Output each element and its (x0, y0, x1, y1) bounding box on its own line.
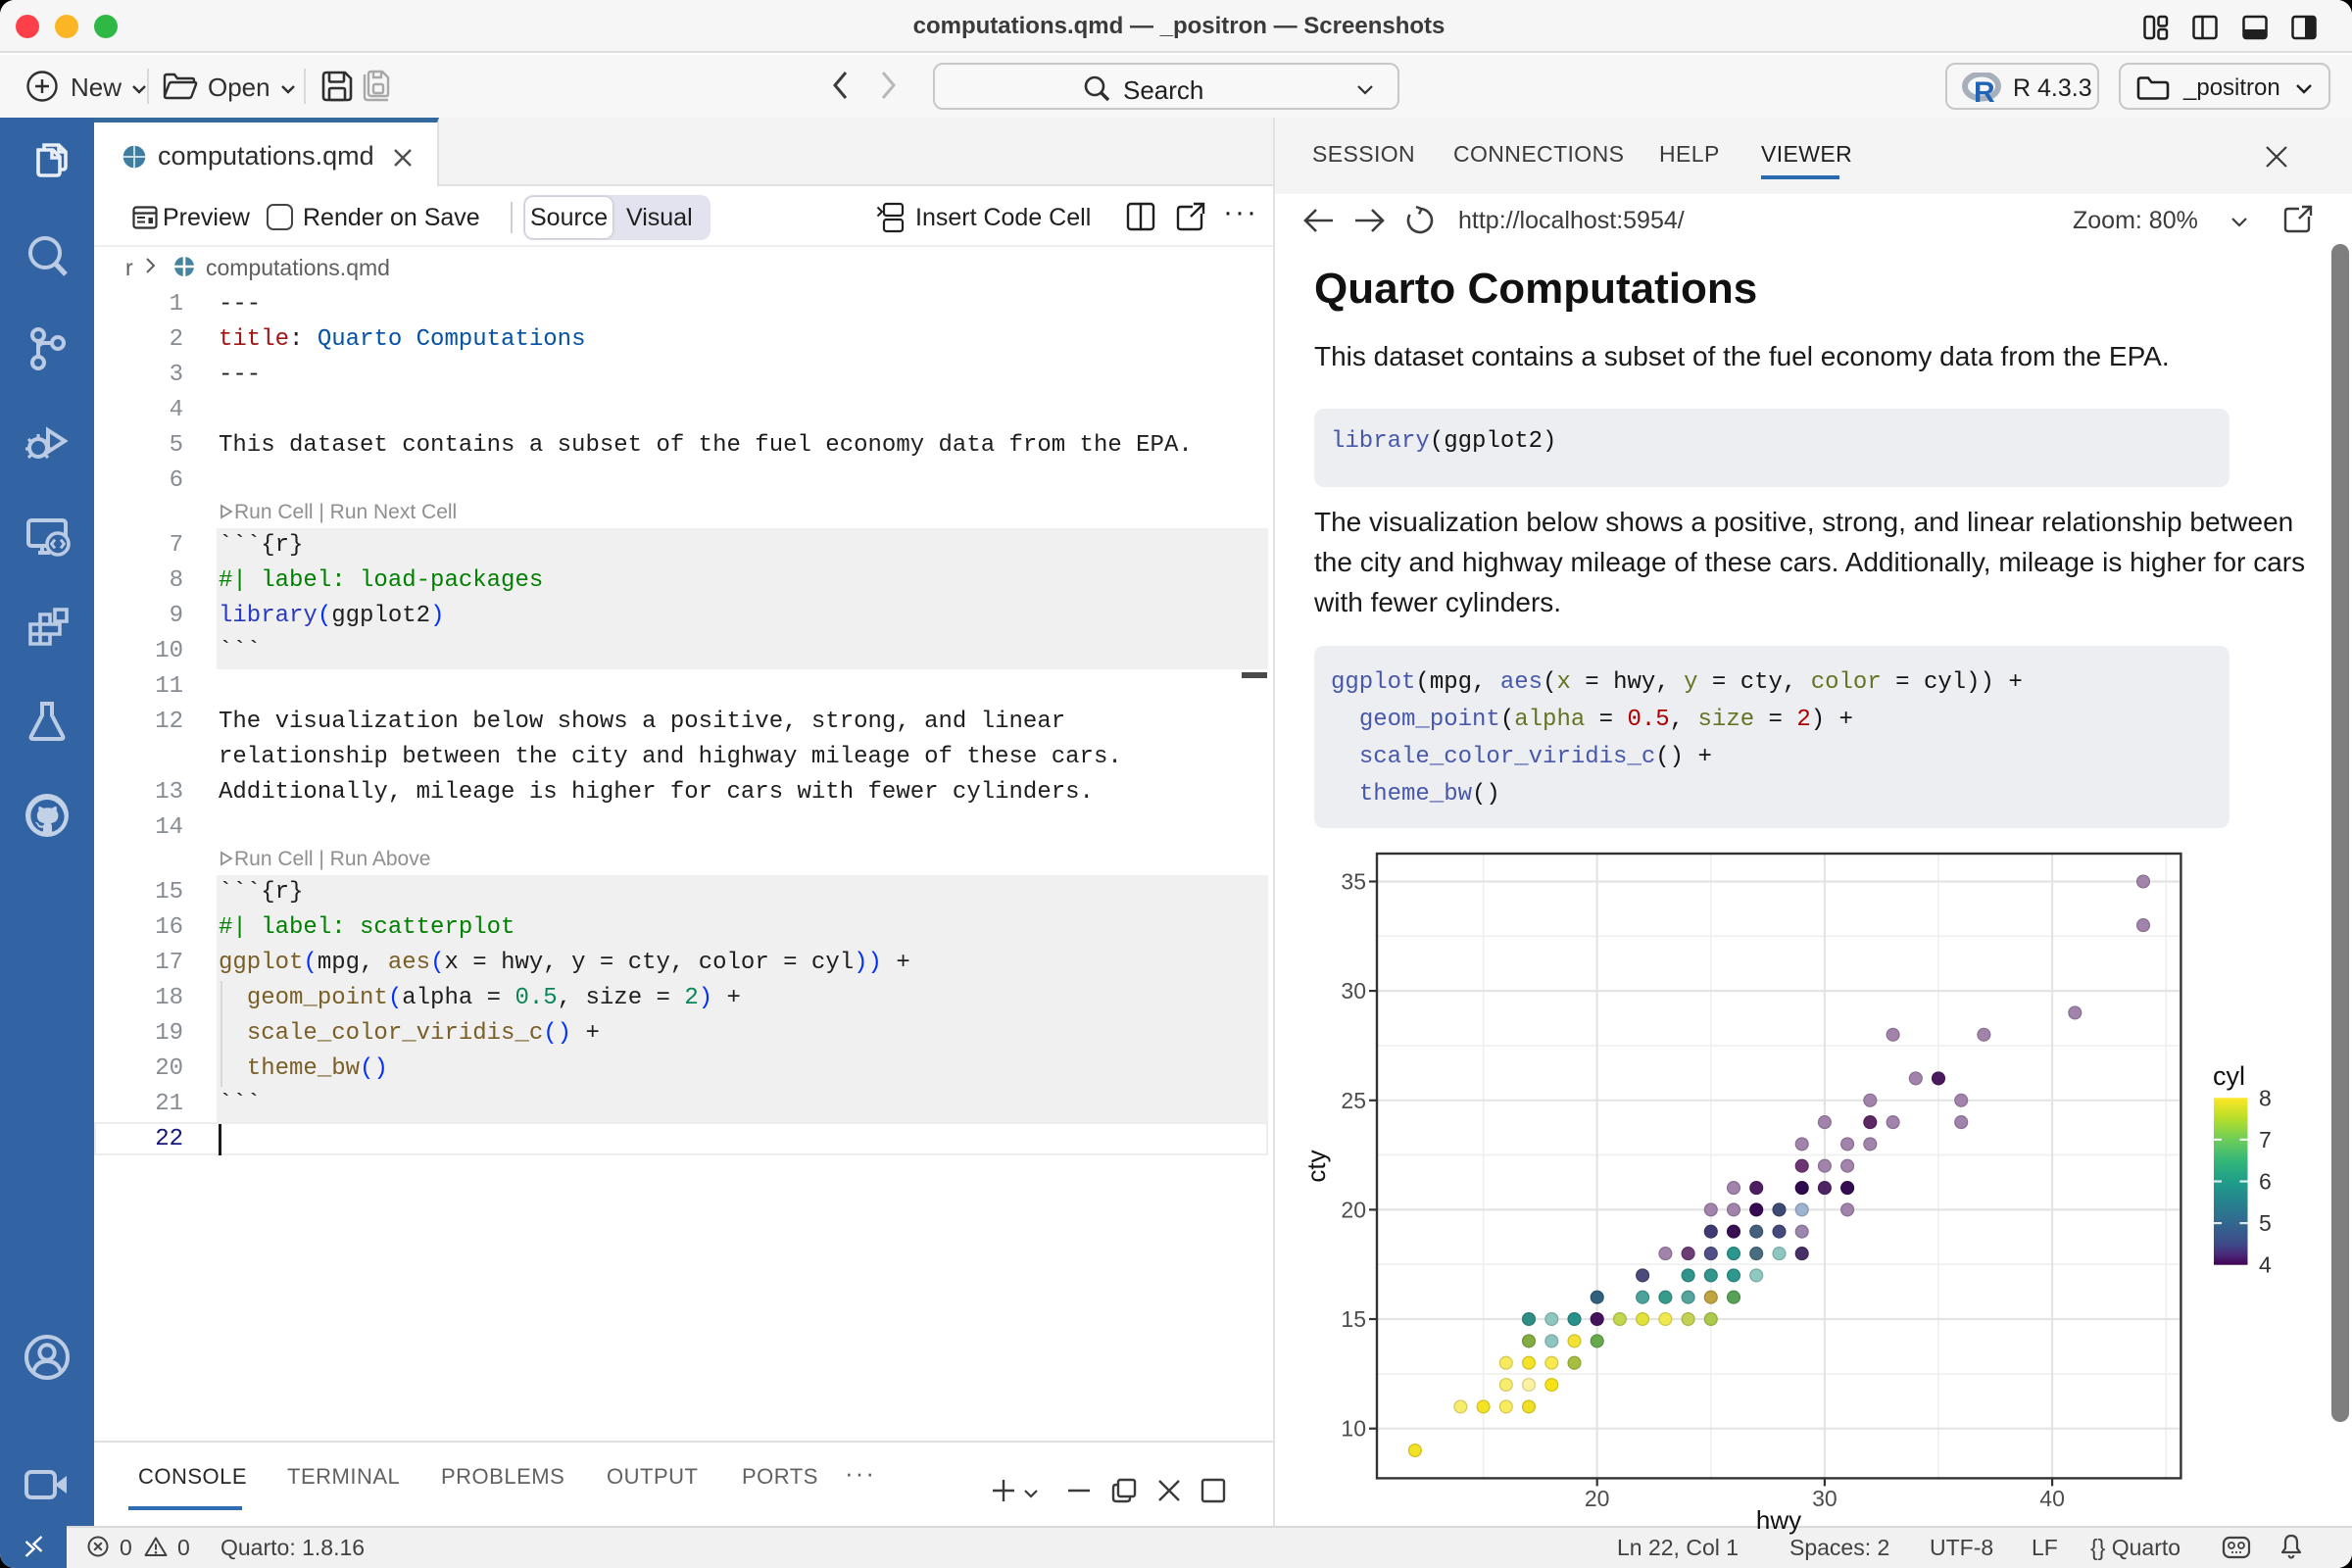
svg-text:20: 20 (1585, 1486, 1610, 1511)
svg-text:8: 8 (2259, 1085, 2272, 1110)
svg-text:cty: cty (1301, 1150, 1331, 1182)
svg-text:hwy: hwy (1756, 1505, 1801, 1535)
svg-text:R: R (1974, 76, 1995, 104)
svg-text:7: 7 (2259, 1127, 2272, 1152)
svg-text:35: 35 (1341, 869, 1366, 895)
svg-text:30: 30 (1341, 978, 1366, 1004)
svg-text:20: 20 (1341, 1197, 1366, 1222)
svg-text:6: 6 (2259, 1169, 2272, 1195)
svg-text:30: 30 (1812, 1486, 1838, 1511)
svg-text:10: 10 (1341, 1416, 1366, 1442)
svg-text:4: 4 (2259, 1252, 2272, 1278)
svg-text:cyl: cyl (2213, 1061, 2245, 1091)
svg-text:5: 5 (2259, 1210, 2272, 1236)
svg-text:25: 25 (1341, 1088, 1366, 1113)
svg-text:40: 40 (2039, 1486, 2065, 1511)
svg-text:15: 15 (1341, 1306, 1366, 1332)
